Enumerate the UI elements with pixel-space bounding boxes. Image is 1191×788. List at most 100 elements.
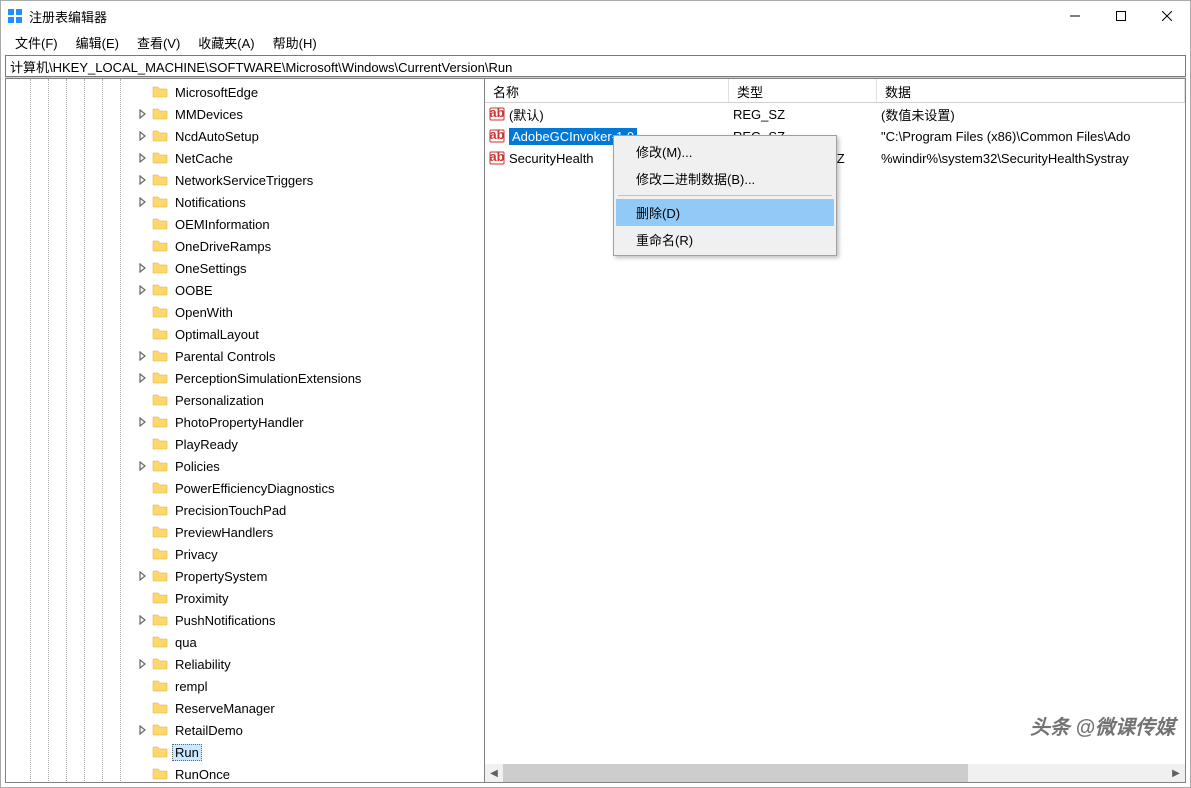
tree-node[interactable]: OneSettings — [6, 257, 484, 279]
tree-node-label[interactable]: qua — [172, 634, 200, 651]
tree-node[interactable]: NetCache — [6, 147, 484, 169]
tree-node-label[interactable]: PreviewHandlers — [172, 524, 276, 541]
tree-node[interactable]: Policies — [6, 455, 484, 477]
tree-node-label[interactable]: OOBE — [172, 282, 216, 299]
tree-node[interactable]: MMDevices — [6, 103, 484, 125]
tree-node[interactable]: NcdAutoSetup — [6, 125, 484, 147]
tree-node[interactable]: OpenWith — [6, 301, 484, 323]
menu-item[interactable]: 编辑(E) — [68, 31, 127, 54]
tree-node[interactable]: OEMInformation — [6, 213, 484, 235]
tree-node-label[interactable]: PushNotifications — [172, 612, 278, 629]
menu-item[interactable]: 查看(V) — [129, 31, 188, 54]
tree-node-label[interactable]: Personalization — [172, 392, 267, 409]
tree-node[interactable]: RunOnce — [6, 763, 484, 783]
tree-node-label[interactable]: PlayReady — [172, 436, 241, 453]
tree-node-label[interactable]: OpenWith — [172, 304, 236, 321]
tree-node[interactable]: Run — [6, 741, 484, 763]
scroll-thumb[interactable] — [503, 764, 968, 782]
chevron-right-icon[interactable] — [136, 415, 150, 429]
tree-node[interactable]: PlayReady — [6, 433, 484, 455]
tree-node-label[interactable]: OEMInformation — [172, 216, 273, 233]
column-type[interactable]: 类型 — [729, 79, 877, 102]
chevron-right-icon[interactable] — [136, 129, 150, 143]
tree-node[interactable]: Personalization — [6, 389, 484, 411]
chevron-right-icon[interactable] — [136, 459, 150, 473]
tree-node-label[interactable]: OptimalLayout — [172, 326, 262, 343]
tree-node-label[interactable]: Reliability — [172, 656, 234, 673]
horizontal-scrollbar[interactable]: ◀ ▶ — [485, 764, 1185, 782]
menu-item[interactable]: 收藏夹(A) — [190, 31, 262, 54]
tree-node-label[interactable]: PerceptionSimulationExtensions — [172, 370, 364, 387]
tree-node[interactable]: PhotoPropertyHandler — [6, 411, 484, 433]
tree-node-label[interactable]: RetailDemo — [172, 722, 246, 739]
tree-node-label[interactable]: MMDevices — [172, 106, 246, 123]
value-row[interactable]: ab(默认)REG_SZ(数值未设置) — [485, 103, 1185, 125]
chevron-right-icon[interactable] — [136, 261, 150, 275]
tree-node-label[interactable]: Proximity — [172, 590, 231, 607]
chevron-right-icon[interactable] — [136, 371, 150, 385]
chevron-right-icon[interactable] — [136, 657, 150, 671]
context-menu-item[interactable]: 修改(M)... — [616, 138, 834, 165]
menu-item[interactable]: 帮助(H) — [265, 31, 325, 54]
tree-node[interactable]: PreviewHandlers — [6, 521, 484, 543]
context-menu-item[interactable]: 重命名(R) — [616, 226, 834, 253]
tree-node[interactable]: PrecisionTouchPad — [6, 499, 484, 521]
tree-node[interactable]: NetworkServiceTriggers — [6, 169, 484, 191]
tree-node[interactable]: Notifications — [6, 191, 484, 213]
tree-node-label[interactable]: RunOnce — [172, 766, 233, 783]
tree-node[interactable]: OOBE — [6, 279, 484, 301]
tree-node-label[interactable]: NcdAutoSetup — [172, 128, 262, 145]
chevron-right-icon[interactable] — [136, 349, 150, 363]
tree-node[interactable]: ReserveManager — [6, 697, 484, 719]
tree-node[interactable]: PushNotifications — [6, 609, 484, 631]
tree-node[interactable]: MicrosoftEdge — [6, 81, 484, 103]
tree-node-label[interactable]: Policies — [172, 458, 223, 475]
tree-node[interactable]: RetailDemo — [6, 719, 484, 741]
tree-node-label[interactable]: PowerEfficiencyDiagnostics — [172, 480, 337, 497]
scroll-left-button[interactable]: ◀ — [485, 764, 503, 782]
tree-node-label[interactable]: Notifications — [172, 194, 249, 211]
tree-node[interactable]: PowerEfficiencyDiagnostics — [6, 477, 484, 499]
context-menu-item[interactable]: 删除(D) — [616, 199, 834, 226]
chevron-right-icon[interactable] — [136, 283, 150, 297]
tree-node-label[interactable]: ReserveManager — [172, 700, 278, 717]
chevron-right-icon[interactable] — [136, 173, 150, 187]
tree-node-label[interactable]: Parental Controls — [172, 348, 278, 365]
tree-node[interactable]: Privacy — [6, 543, 484, 565]
tree-node[interactable]: PerceptionSimulationExtensions — [6, 367, 484, 389]
tree-node-label[interactable]: PropertySystem — [172, 568, 270, 585]
chevron-right-icon[interactable] — [136, 613, 150, 627]
tree-node[interactable]: OneDriveRamps — [6, 235, 484, 257]
chevron-right-icon[interactable] — [136, 569, 150, 583]
tree-node[interactable]: Reliability — [6, 653, 484, 675]
maximize-button[interactable] — [1098, 1, 1144, 31]
column-data[interactable]: 数据 — [877, 79, 1185, 102]
address-bar[interactable]: 计算机\HKEY_LOCAL_MACHINE\SOFTWARE\Microsof… — [5, 55, 1186, 77]
tree-node-label[interactable]: OneSettings — [172, 260, 250, 277]
tree-node-label[interactable]: PrecisionTouchPad — [172, 502, 289, 519]
tree-node[interactable]: OptimalLayout — [6, 323, 484, 345]
minimize-button[interactable] — [1052, 1, 1098, 31]
tree-node-label[interactable]: MicrosoftEdge — [172, 84, 261, 101]
column-name[interactable]: 名称 — [485, 79, 729, 102]
tree-node[interactable]: PropertySystem — [6, 565, 484, 587]
tree-node[interactable]: Proximity — [6, 587, 484, 609]
values-list[interactable]: ab(默认)REG_SZ(数值未设置)abAdobeGCInvoker-1.0R… — [485, 103, 1185, 764]
chevron-right-icon[interactable] — [136, 151, 150, 165]
tree-node-label[interactable]: Privacy — [172, 546, 221, 563]
tree-node[interactable]: rempl — [6, 675, 484, 697]
tree-node-label[interactable]: rempl — [172, 678, 211, 695]
scroll-track[interactable] — [503, 764, 1167, 782]
menu-item[interactable]: 文件(F) — [7, 31, 66, 54]
tree-node[interactable]: qua — [6, 631, 484, 653]
scroll-right-button[interactable]: ▶ — [1167, 764, 1185, 782]
tree-pane[interactable]: MicrosoftEdge MMDevices NcdAutoSetup NetCac… — [5, 78, 485, 783]
close-button[interactable] — [1144, 1, 1190, 31]
tree-node-label[interactable]: Run — [172, 744, 202, 761]
chevron-right-icon[interactable] — [136, 195, 150, 209]
context-menu-item[interactable]: 修改二进制数据(B)... — [616, 165, 834, 192]
tree-node-label[interactable]: OneDriveRamps — [172, 238, 274, 255]
tree-node-label[interactable]: PhotoPropertyHandler — [172, 414, 307, 431]
tree-node-label[interactable]: NetworkServiceTriggers — [172, 172, 316, 189]
tree-node[interactable]: Parental Controls — [6, 345, 484, 367]
